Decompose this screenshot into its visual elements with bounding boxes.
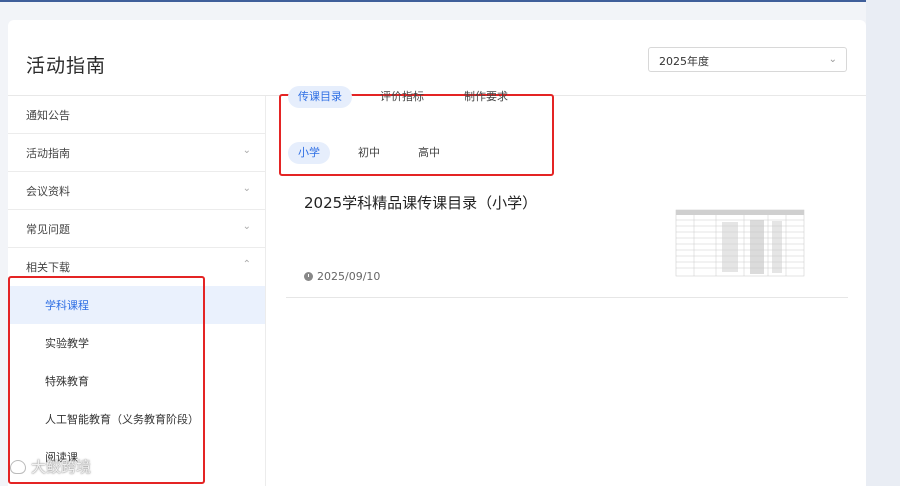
year-select-value: 2025年度 <box>659 55 709 68</box>
main-card: 活动指南 2025年度 ⌄ 通知公告 活动指南 ⌄ 会议资料 ⌄ 常见问题 ⌄ … <box>8 20 866 486</box>
article-date-text: 2025/09/10 <box>317 270 381 283</box>
sidebar-subitem-label: 实验教学 <box>45 337 89 350</box>
tab-middle-school[interactable]: 初中 <box>348 142 390 164</box>
tab-production-requirements[interactable]: 制作要求 <box>454 86 518 108</box>
sidebar-subitem-label: 人工智能教育（义务教育阶段） <box>45 413 199 426</box>
tab-high-school[interactable]: 高中 <box>408 142 450 164</box>
document-thumbnail[interactable] <box>664 202 814 284</box>
sidebar-item-notices[interactable]: 通知公告 <box>8 96 265 134</box>
sidebar-item-faq[interactable]: 常见问题 ⌄ <box>8 210 265 248</box>
sidebar-item-label: 相关下载 <box>26 261 70 274</box>
page-title: 活动指南 <box>26 55 107 77</box>
sidebar-subitem-label: 学科课程 <box>45 299 89 312</box>
chevron-down-icon: ⌄ <box>242 145 251 156</box>
chevron-down-icon: ⌄ <box>242 183 251 194</box>
tab-course-catalog[interactable]: 传课目录 <box>288 86 352 108</box>
chevron-down-icon: ⌄ <box>828 54 837 65</box>
sidebar-item-guide[interactable]: 活动指南 ⌄ <box>8 134 265 172</box>
sidebar-item-label: 活动指南 <box>26 147 70 160</box>
document-table-thumbnail-icon <box>675 209 805 277</box>
watermark-text: 大鲛跨境 <box>31 458 92 476</box>
sidebar-item-label: 常见问题 <box>26 223 70 236</box>
chevron-up-icon: ⌃ <box>242 259 251 270</box>
watermark: 大鲛跨境 <box>10 456 91 477</box>
sidebar-subitem-label: 特殊教育 <box>45 375 89 388</box>
article-title[interactable]: 2025学科精品课传课目录（小学） <box>304 192 537 213</box>
sidebar-subitem-special-education[interactable]: 特殊教育 <box>8 362 265 400</box>
tab-primary-school[interactable]: 小学 <box>288 142 330 164</box>
sidebar-item-meeting-materials[interactable]: 会议资料 ⌄ <box>8 172 265 210</box>
right-gutter <box>866 0 900 486</box>
sidebar-item-label: 会议资料 <box>26 185 70 198</box>
article-date: 2025/09/10 <box>304 270 380 283</box>
sidebar: 通知公告 活动指南 ⌄ 会议资料 ⌄ 常见问题 ⌄ 相关下载 ⌃ 学科课程 实验… <box>8 96 266 486</box>
clock-icon <box>304 272 313 281</box>
watermark-logo-icon <box>10 460 26 474</box>
chevron-down-icon: ⌄ <box>242 221 251 232</box>
top-accent-line <box>0 0 866 2</box>
sidebar-item-downloads[interactable]: 相关下载 ⌃ <box>8 248 265 286</box>
tab-evaluation-criteria[interactable]: 评价指标 <box>370 86 434 108</box>
article-card[interactable]: 2025学科精品课传课目录（小学） 2025/09/10 <box>286 180 848 298</box>
sidebar-item-label: 通知公告 <box>26 109 70 122</box>
sidebar-subitem-subject-courses[interactable]: 学科课程 <box>8 286 265 324</box>
sidebar-subitem-lab-teaching[interactable]: 实验教学 <box>8 324 265 362</box>
year-select[interactable]: 2025年度 ⌄ <box>648 47 847 72</box>
sidebar-subitem-ai-education[interactable]: 人工智能教育（义务教育阶段） <box>8 400 265 438</box>
